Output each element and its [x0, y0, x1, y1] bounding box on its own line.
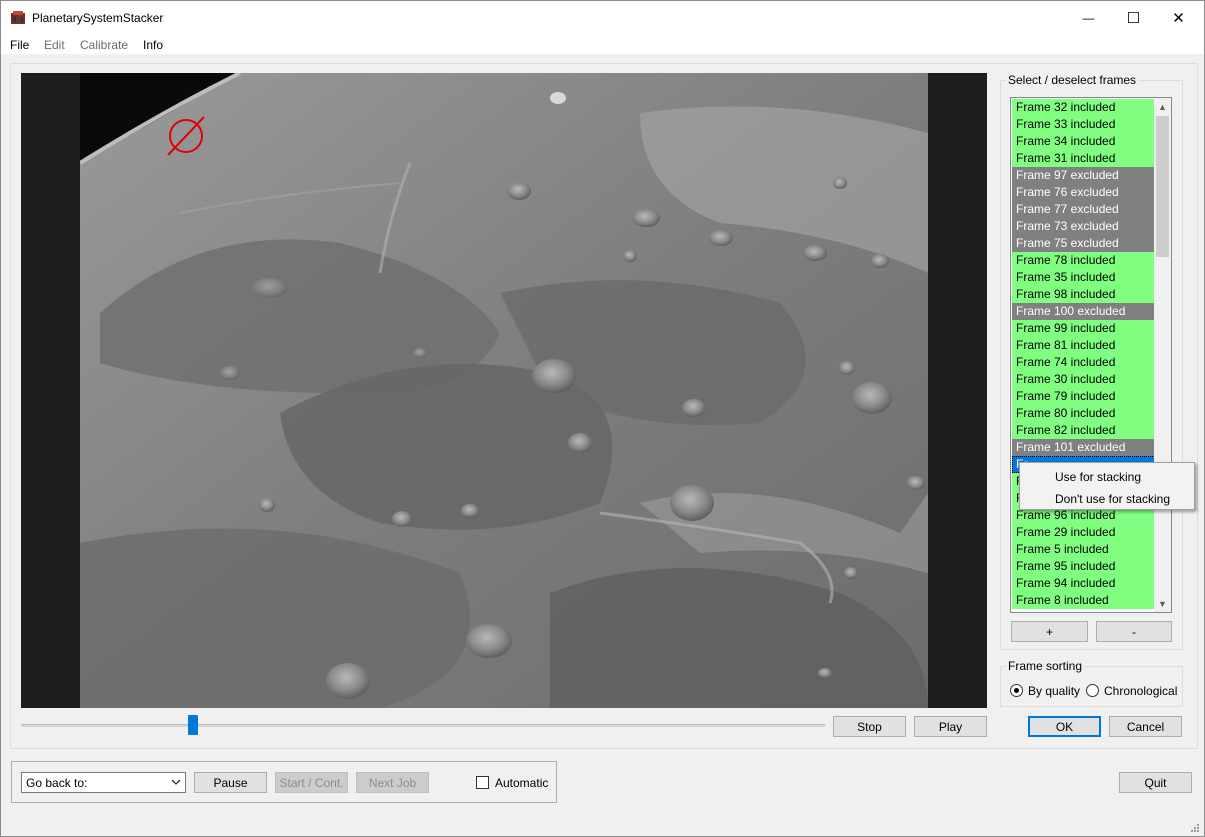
frame-list-item[interactable]: Frame 78 included — [1012, 252, 1155, 269]
frame-list[interactable]: Frame 32 included Frame 33 included Frame … — [1010, 97, 1172, 613]
go-back-value: Go back to: — [26, 776, 88, 790]
frames-group-title: Select / deselect frames — [1006, 73, 1139, 87]
maximize-button[interactable]: ☐ — [1111, 1, 1156, 34]
ctx-dont-use-for-stacking[interactable]: Don't use for stacking — [1055, 492, 1170, 506]
scroll-down-icon[interactable]: ▼ — [1154, 595, 1171, 612]
next-job-button[interactable]: Next Job — [356, 772, 429, 793]
maximize-icon: ☐ — [1126, 9, 1141, 27]
frame-list-item[interactable]: Frame 82 included — [1012, 422, 1155, 439]
frame-list-item[interactable]: Frame 73 excluded — [1012, 218, 1155, 235]
chevron-down-icon — [171, 779, 181, 785]
start-continue-button[interactable]: Start / Cont. — [275, 772, 348, 793]
menu-calibrate[interactable]: Calibrate — [80, 38, 128, 52]
frame-list-item[interactable]: Frame 74 included — [1012, 354, 1155, 371]
context-menu: Use for stacking Don't use for stacking — [1019, 462, 1195, 510]
minimize-button[interactable]: — — [1066, 1, 1111, 34]
frame-list-item[interactable]: Frame 30 included — [1012, 371, 1155, 388]
frame-slider-handle[interactable] — [188, 715, 198, 735]
automatic-label: Automatic — [495, 776, 549, 790]
frame-list-item[interactable]: Frame 35 included — [1012, 269, 1155, 286]
frame-slider-track[interactable] — [21, 724, 825, 727]
by-quality-label: By quality — [1028, 684, 1081, 698]
frame-list-item[interactable]: Frame 5 included — [1012, 541, 1155, 558]
close-icon: ✕ — [1172, 9, 1185, 27]
frame-viewer[interactable] — [21, 73, 987, 708]
frame-list-item[interactable]: Frame 79 included — [1012, 388, 1155, 405]
chronological-radio[interactable] — [1086, 684, 1099, 697]
frame-list-item[interactable]: Frame 94 included — [1012, 575, 1155, 592]
pause-button[interactable]: Pause — [194, 772, 267, 793]
sorting-group-title: Frame sorting — [1006, 659, 1085, 673]
quit-button[interactable]: Quit — [1119, 772, 1192, 793]
frame-list-item[interactable]: Frame 81 included — [1012, 337, 1155, 354]
frame-list-item[interactable]: Frame 33 included — [1012, 116, 1155, 133]
frame-list-item[interactable]: Frame 100 excluded — [1012, 303, 1155, 320]
chronological-label: Chronological — [1104, 684, 1178, 698]
automatic-checkbox[interactable] — [476, 776, 489, 789]
frame-list-scroll-thumb[interactable] — [1156, 116, 1169, 257]
frame-list-item[interactable]: Frame 76 excluded — [1012, 184, 1155, 201]
frame-rows: Frame 32 included Frame 33 included Frame … — [1012, 99, 1155, 609]
frame-list-item[interactable]: Frame 77 excluded — [1012, 201, 1155, 218]
menu-edit[interactable]: Edit — [44, 38, 65, 52]
stop-button[interactable]: Stop — [833, 716, 906, 737]
frame-list-item[interactable]: Frame 8 included — [1012, 592, 1155, 609]
frame-list-item[interactable]: Frame 32 included — [1012, 99, 1155, 116]
app-icon — [11, 11, 25, 24]
frame-list-item[interactable]: Frame 29 included — [1012, 524, 1155, 541]
frame-list-item[interactable]: Frame 99 included — [1012, 320, 1155, 337]
resize-grip-icon[interactable] — [1190, 823, 1200, 833]
menu-info[interactable]: Info — [143, 38, 163, 52]
menu-bar: File Edit Calibrate Info — [1, 34, 1204, 54]
frame-list-item[interactable]: Frame 34 included — [1012, 133, 1155, 150]
frame-list-item[interactable]: Frame 95 included — [1012, 558, 1155, 575]
go-back-combobox[interactable]: Go back to: — [21, 772, 186, 793]
cancel-button[interactable]: Cancel — [1109, 716, 1182, 737]
lunar-surface-image — [80, 73, 928, 708]
window-title: PlanetarySystemStacker — [32, 11, 164, 25]
frame-list-item[interactable]: Frame 98 included — [1012, 286, 1155, 303]
frame-list-item[interactable]: Frame 31 included — [1012, 150, 1155, 167]
remove-frame-button[interactable]: - — [1096, 621, 1172, 642]
scroll-up-icon[interactable]: ▲ — [1154, 98, 1171, 115]
frame-list-item[interactable]: Frame 101 excluded — [1012, 439, 1155, 456]
frame-list-item[interactable]: Frame 80 included — [1012, 405, 1155, 422]
by-quality-radio[interactable] — [1010, 684, 1023, 697]
ok-button[interactable]: OK — [1028, 716, 1101, 737]
close-button[interactable]: ✕ — [1156, 1, 1201, 34]
menu-file[interactable]: File — [10, 38, 29, 52]
minimize-icon: — — [1082, 10, 1095, 25]
play-button[interactable]: Play — [914, 716, 987, 737]
frame-list-item[interactable]: Frame 75 excluded — [1012, 235, 1155, 252]
title-bar: PlanetarySystemStacker — ☐ ✕ — [1, 1, 1204, 34]
ctx-use-for-stacking[interactable]: Use for stacking — [1055, 470, 1141, 484]
frame-list-item[interactable]: Frame 97 excluded — [1012, 167, 1155, 184]
add-frame-button[interactable]: + — [1011, 621, 1088, 642]
